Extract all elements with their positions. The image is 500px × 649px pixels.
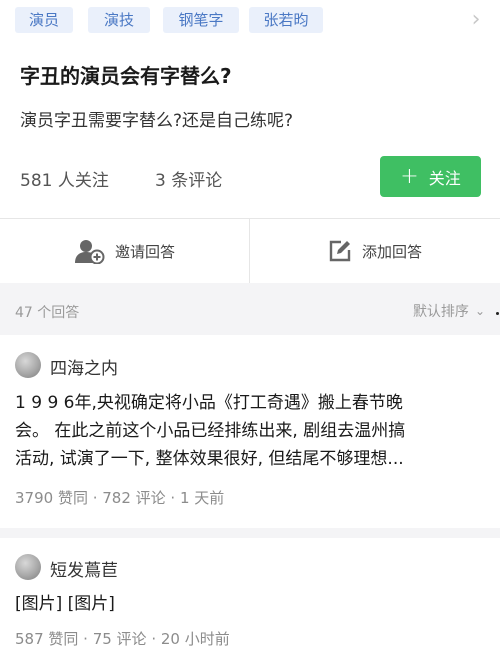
tag-item[interactable]: 钢笔字: [163, 7, 239, 33]
tag-item[interactable]: 张若昀: [249, 7, 323, 33]
answer-excerpt[interactable]: 1 9 9 6年,央视确定将小品《打工奇遇》搬上春节晚 会。 在此之前这个小品已…: [15, 389, 405, 473]
tag-item[interactable]: 演技: [88, 7, 150, 33]
answer-line: 活动, 试演了一下, 整体效果很好, 但结尾不够理想...: [15, 449, 404, 469]
answer-author[interactable]: 短发蔦苣: [50, 556, 118, 581]
answer-line: [图片] [图片]: [15, 594, 115, 614]
answer-line: 1 9 9 6年,央视确定将小品《打工奇遇》搬上春节晚: [15, 393, 403, 413]
answer-meta: 3790 赞同 · 782 评论 · 1 天前: [15, 489, 225, 507]
answer-card[interactable]: 短发蔦苣 [图片] [图片] 587 赞同 · 75 评论 · 20 小时前: [0, 538, 500, 648]
invite-user-icon: [74, 240, 105, 264]
question-title: 字丑的演员会有字替么?: [20, 64, 232, 88]
chevron-right-icon[interactable]: ›: [466, 9, 486, 31]
tag-item[interactable]: 演员: [15, 7, 73, 33]
write-answer-label: 添加回答: [361, 242, 422, 261]
write-answer-button[interactable]: 添加回答: [250, 219, 500, 283]
action-bar: 邀请回答 添加回答: [0, 219, 500, 283]
follow-label: 关注: [428, 168, 461, 188]
sort-label: 默认排序: [412, 304, 469, 320]
avatar[interactable]: [15, 554, 41, 580]
answer-excerpt[interactable]: [图片] [图片]: [15, 590, 115, 618]
separator: [0, 528, 500, 538]
answer-author[interactable]: 四海之内: [50, 354, 118, 379]
sort-dropdown[interactable]: 默认排序 ⌄: [413, 301, 485, 321]
edit-icon: [329, 240, 351, 262]
answer-count: 47 个回答: [15, 305, 80, 321]
invite-answer-button[interactable]: 邀请回答: [0, 219, 250, 283]
comment-count[interactable]: 3 条评论: [155, 166, 222, 191]
topic-tags: 演员 演技 钢笔字 张若昀 ›: [0, 0, 500, 42]
chevron-down-icon: ⌄: [474, 304, 485, 318]
plus-icon: +: [400, 163, 419, 189]
scroll-indicator: [496, 312, 499, 315]
follower-count[interactable]: 581 人关注: [20, 166, 109, 191]
answer-card[interactable]: 四海之内 1 9 9 6年,央视确定将小品《打工奇遇》搬上春节晚 会。 在此之前…: [0, 335, 500, 528]
answer-line: 会。 在此之前这个小品已经排练出来, 剧组去温州搞: [15, 421, 406, 441]
follow-button[interactable]: + 关注: [380, 156, 481, 197]
invite-answer-label: 邀请回答: [114, 242, 175, 261]
question-description: 演员字丑需要字替么?还是自己练呢?: [20, 111, 294, 131]
answer-meta: 587 赞同 · 75 评论 · 20 小时前: [15, 630, 230, 648]
avatar[interactable]: [15, 352, 41, 378]
